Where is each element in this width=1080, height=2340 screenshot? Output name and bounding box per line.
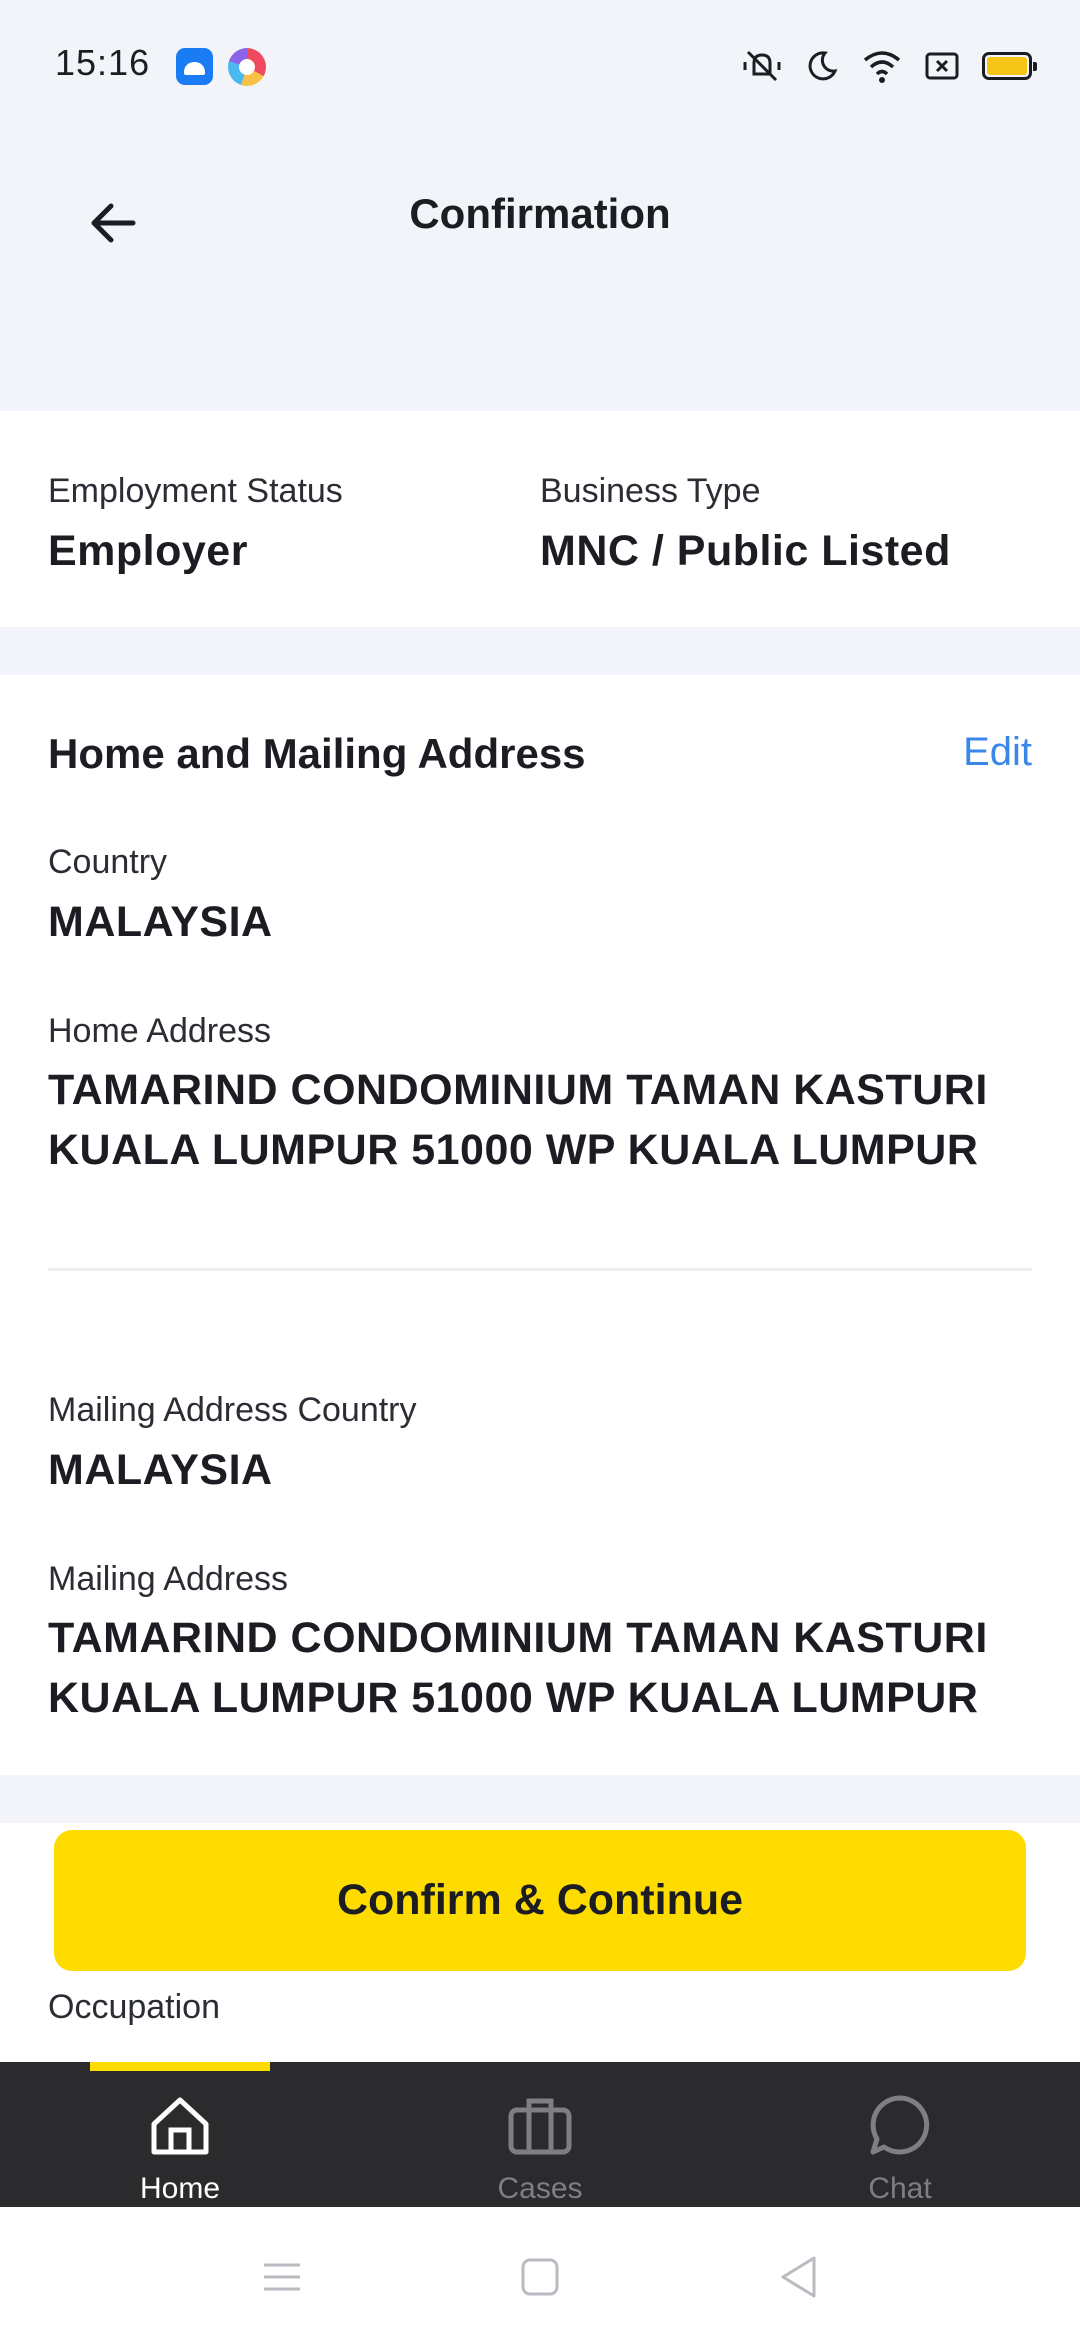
country-label: Country (48, 843, 168, 881)
status-bar: 15:16 (0, 0, 1080, 130)
section-heading: Home and Mailing Address (48, 730, 586, 777)
occupation-label: Occupation (48, 1988, 220, 2026)
edit-address-link[interactable]: Edit (963, 730, 1032, 775)
back-triangle-icon[interactable] (768, 2247, 828, 2307)
home-address-label: Home Address (48, 1012, 271, 1050)
mute-vibrate-icon (742, 46, 782, 86)
mailing-address-line2: KUALA LUMPUR 51000 WP KUALA LUMPUR (48, 1674, 979, 1722)
briefcase-icon (508, 2098, 572, 2155)
nav-label-chat: Chat (868, 2172, 932, 2205)
menu-icon[interactable] (252, 2247, 312, 2307)
nav-item-home[interactable]: Home (0, 2062, 360, 2207)
address-section: Home and Mailing Address Edit Country MA… (0, 675, 1080, 1775)
mailing-country-value: MALAYSIA (48, 1446, 273, 1494)
country-value: MALAYSIA (48, 898, 273, 946)
bottom-navigation: Home Cases Chat (0, 2062, 1080, 2207)
battery-icon (982, 52, 1037, 80)
home-address-line2: KUALA LUMPUR 51000 WP KUALA LUMPUR (48, 1126, 979, 1174)
section-divider (0, 627, 1080, 675)
confirm-continue-button[interactable]: Confirm & Continue (54, 1830, 1026, 1971)
nav-label-home: Home (139, 2172, 221, 2205)
moon-icon (802, 46, 842, 86)
colorful-app-icon (228, 48, 266, 86)
chat-bubble-icon (870, 2095, 930, 2155)
business-type-label: Business Type (540, 472, 761, 510)
nav-item-chat[interactable]: Chat (720, 2062, 1080, 2207)
page-title: Confirmation (409, 190, 671, 237)
home-address-line1: TAMARIND CONDOMINIUM TAMAN KASTURI (48, 1066, 988, 1114)
mailing-address-line1: TAMARIND CONDOMINIUM TAMAN KASTURI (48, 1614, 988, 1662)
employment-section: Employment Status Employer Business Type… (0, 411, 1080, 627)
employment-status-label: Employment Status (48, 472, 343, 510)
employment-status-value: Employer (48, 527, 248, 575)
system-navigation-bar (0, 2207, 1080, 2340)
home-square-icon[interactable] (510, 2247, 570, 2307)
address-divider (48, 1268, 1032, 1271)
android-app-icon (176, 48, 213, 85)
sim-icon (922, 46, 962, 86)
status-icons (742, 46, 1037, 86)
home-icon (151, 2097, 209, 2155)
mailing-country-label: Mailing Address Country (48, 1391, 417, 1429)
wifi-icon (862, 46, 902, 86)
status-time: 15:16 (55, 42, 151, 83)
mailing-address-label: Mailing Address (48, 1560, 289, 1598)
nav-item-cases[interactable]: Cases (360, 2062, 720, 2207)
section-divider (0, 1775, 1080, 1823)
business-type-value: MNC / Public Listed (540, 527, 951, 575)
nav-label-cases: Cases (497, 2172, 583, 2205)
